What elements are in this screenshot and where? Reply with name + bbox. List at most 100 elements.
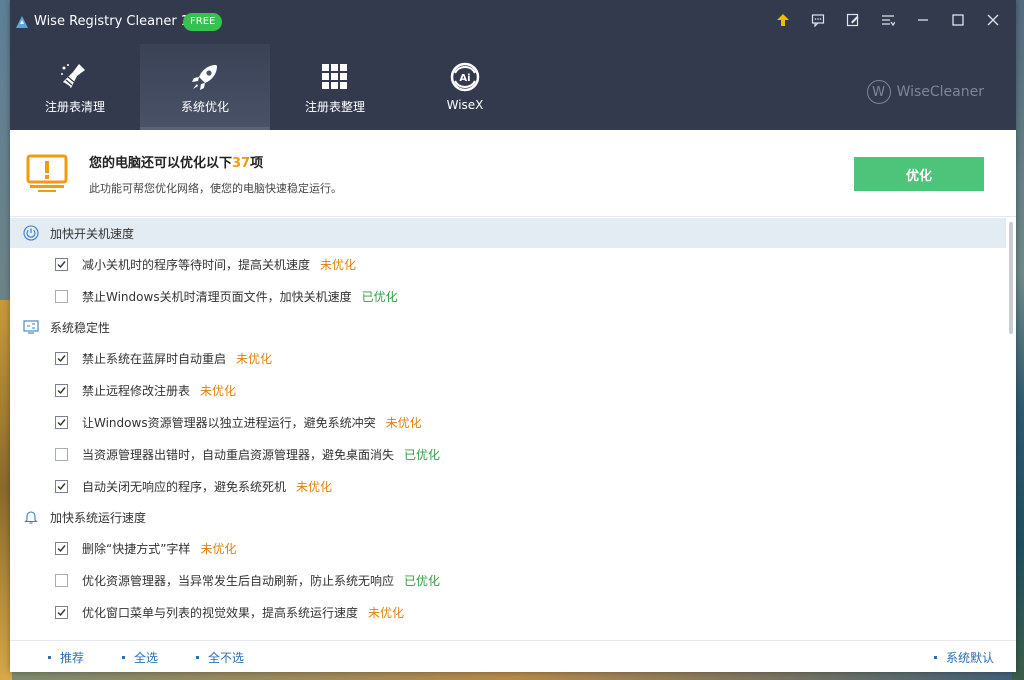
item-status: 未优化	[385, 415, 422, 430]
recommend-label: 推荐	[60, 650, 85, 665]
item-status: 未优化	[200, 383, 237, 398]
optimize-button[interactable]: 优化	[854, 157, 984, 191]
svg-text:Ai: Ai	[459, 73, 470, 84]
brand-name: WiseCleaner	[896, 84, 984, 100]
select-all-link[interactable]: 全选	[122, 649, 158, 666]
list-item: 优化窗口菜单与列表的视觉效果，提高系统运行速度 未优化	[10, 596, 1006, 628]
optimize-count: 37	[232, 156, 251, 171]
category-header[interactable]: 加快开关机速度	[10, 218, 1006, 248]
main-tabs: 注册表清理 系统优化 注册表整理 Ai WiseX	[10, 44, 530, 130]
item-checkbox[interactable]	[55, 447, 68, 461]
app-title: Wise Registry Cleaner 11	[34, 14, 198, 29]
free-badge: FREE	[183, 13, 223, 31]
list-item: 优化资源管理器，当异常发生后自动刷新，防止系统无响应 已优化	[10, 564, 1006, 596]
item-checkbox[interactable]	[55, 415, 68, 429]
window-controls	[765, 8, 1010, 32]
system-default-link[interactable]: 系统默认	[933, 649, 994, 666]
item-text: 当资源管理器出错时，自动重启资源管理器，避免桌面消失	[82, 447, 395, 462]
list-scrollbar[interactable]	[1008, 218, 1014, 640]
item-checkbox[interactable]	[55, 605, 68, 619]
list-item: 禁止远程修改注册表 未优化	[10, 374, 1006, 406]
item-checkbox[interactable]	[55, 289, 68, 303]
tab-wisex[interactable]: Ai WiseX	[400, 44, 530, 130]
item-text: 让Windows资源管理器以独立进程运行，避免系统冲突	[82, 415, 376, 430]
bullet-icon	[122, 655, 126, 659]
tab-label: WiseX	[446, 98, 484, 112]
category-title: 加快开关机速度	[50, 226, 135, 241]
item-text: 优化资源管理器，当异常发生后自动刷新，防止系统无响应	[82, 573, 395, 588]
bell-icon	[22, 508, 40, 526]
select-none-label: 全不选	[208, 650, 245, 665]
tab-label: 注册表整理	[304, 100, 365, 114]
title-bar: Wise Registry Cleaner 11 FREE 注册表清理 系统优化…	[10, 0, 1016, 130]
headline-suffix: 项	[250, 156, 264, 171]
feedback-icon[interactable]	[800, 8, 835, 32]
list-item: 禁止系统在蓝屏时自动重启 未优化	[10, 342, 1006, 374]
headline-prefix: 您的电脑还可以优化以下	[89, 156, 233, 171]
category-title: 加快系统运行速度	[50, 510, 147, 525]
minimize-button[interactable]	[905, 8, 940, 32]
category-header[interactable]: 加快系统运行速度	[10, 502, 1006, 532]
tab-registry-cleaner[interactable]: 注册表清理	[10, 44, 140, 130]
item-checkbox[interactable]	[55, 257, 68, 271]
list-item: 自动关闭无响应的程序，避免系统死机 未优化	[10, 470, 1006, 502]
item-checkbox[interactable]	[55, 383, 68, 397]
bullet-icon	[196, 655, 200, 659]
upgrade-icon[interactable]	[765, 8, 800, 32]
tab-system-optimize[interactable]: 系统优化	[140, 44, 270, 130]
tab-label: 系统优化	[180, 100, 229, 114]
edit-icon[interactable]	[835, 8, 870, 32]
tab-label: 注册表清理	[44, 100, 105, 114]
item-status: 未优化	[320, 257, 357, 272]
item-status: 未优化	[296, 479, 333, 494]
list-item: 让Windows资源管理器以独立进程运行，避免系统冲突 未优化	[10, 406, 1006, 438]
broom-icon	[61, 64, 85, 88]
item-checkbox[interactable]	[55, 479, 68, 493]
scrollbar-thumb[interactable]	[1009, 222, 1013, 334]
list-item: 禁止Windows关机时清理页面文件，加快关机速度 已优化	[10, 280, 1006, 312]
app-logo-icon	[16, 16, 28, 28]
grid-icon	[322, 64, 347, 89]
item-status: 未优化	[236, 351, 273, 366]
banner-subline: 此功能可帮您优化网络，使您的电脑快速稳定运行。	[89, 182, 342, 195]
item-text: 禁止系统在蓝屏时自动重启	[82, 351, 227, 366]
select-none-link[interactable]: 全不选	[196, 649, 244, 666]
rocket-icon	[192, 65, 217, 90]
item-status: 未优化	[200, 541, 237, 556]
bullet-icon	[48, 655, 51, 659]
wisecleaner-logo-icon: W	[866, 80, 891, 104]
menu-icon[interactable]	[870, 8, 905, 32]
item-checkbox[interactable]	[55, 573, 68, 587]
list-item: 当资源管理器出错时，自动重启资源管理器，避免桌面消失 已优化	[10, 438, 1006, 470]
list-item: 删除“快捷方式”字样 未优化	[10, 532, 1006, 564]
list-item: 减小关机时的程序等待时间，提高关机速度 未优化	[10, 248, 1006, 280]
close-button[interactable]	[975, 8, 1010, 32]
app-window: Wise Registry Cleaner 11 FREE 注册表清理 系统优化…	[10, 0, 1016, 672]
item-text: 减小关机时的程序等待时间，提高关机速度	[82, 257, 311, 272]
item-checkbox[interactable]	[55, 541, 68, 555]
footer-bar: 推荐 全选 全不选 系统默认	[10, 640, 1016, 672]
banner-headline: 您的电脑还可以优化以下37项	[89, 152, 263, 171]
item-status: 未优化	[368, 605, 405, 620]
item-text: 自动关闭无响应的程序，避免系统死机	[82, 479, 287, 494]
brand-logo: W WiseCleaner	[866, 80, 984, 104]
item-checkbox[interactable]	[55, 351, 68, 365]
system-stability-icon	[22, 318, 40, 336]
item-status: 已优化	[404, 447, 441, 462]
maximize-button[interactable]	[940, 8, 975, 32]
category-title: 系统稳定性	[50, 320, 111, 335]
optimize-banner: 您的电脑还可以优化以下37项 此功能可帮您优化网络，使您的电脑快速稳定运行。 优…	[10, 130, 1016, 217]
item-status: 已优化	[404, 573, 441, 588]
tab-registry-defrag[interactable]: 注册表整理	[270, 44, 400, 130]
optimization-list: 加快开关机速度 减小关机时的程序等待时间，提高关机速度 未优化 禁止Window…	[10, 218, 1006, 640]
select-all-label: 全选	[134, 650, 159, 665]
system-default-label: 系统默认	[945, 650, 994, 665]
item-status: 已优化	[361, 289, 398, 304]
recommend-link[interactable]: 推荐	[48, 649, 84, 666]
power-icon	[22, 224, 40, 242]
item-text: 删除“快捷方式”字样	[82, 541, 191, 556]
bullet-icon	[933, 655, 937, 659]
item-text: 禁止远程修改注册表	[82, 383, 191, 398]
category-header[interactable]: 系统稳定性	[10, 312, 1006, 342]
item-text: 优化窗口菜单与列表的视觉效果，提高系统运行速度	[82, 605, 359, 620]
